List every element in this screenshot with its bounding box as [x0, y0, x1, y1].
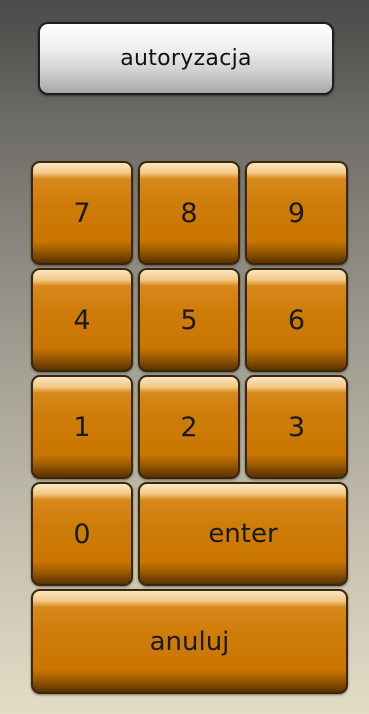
- title-box: autoryzacja: [38, 22, 334, 95]
- key-2-label: 2: [180, 411, 198, 443]
- key-9-label: 9: [287, 197, 306, 229]
- key-4-button[interactable]: 4: [31, 268, 133, 372]
- key-8-label: 8: [180, 197, 198, 229]
- page-title: autoryzacja: [120, 46, 252, 71]
- key-9-button[interactable]: 9: [245, 161, 348, 265]
- key-3-label: 3: [287, 411, 306, 443]
- key-1-label: 1: [73, 411, 91, 443]
- key-0-label: 0: [73, 518, 91, 550]
- enter-button[interactable]: enter: [138, 482, 348, 586]
- auth-panel: autoryzacja 7 8 9 4 5 6 1 2 3 0 enter an…: [0, 0, 369, 714]
- key-6-button[interactable]: 6: [245, 268, 348, 372]
- key-6-label: 6: [287, 304, 306, 336]
- cancel-label: anuluj: [149, 626, 230, 657]
- key-5-label: 5: [180, 304, 198, 336]
- key-7-label: 7: [73, 197, 91, 229]
- key-7-button[interactable]: 7: [31, 161, 133, 265]
- key-0-button[interactable]: 0: [31, 482, 133, 586]
- key-8-button[interactable]: 8: [138, 161, 240, 265]
- cancel-button[interactable]: anuluj: [31, 589, 348, 694]
- key-4-label: 4: [73, 304, 91, 336]
- enter-label: enter: [208, 519, 278, 549]
- key-2-button[interactable]: 2: [138, 375, 240, 479]
- key-1-button[interactable]: 1: [31, 375, 133, 479]
- key-3-button[interactable]: 3: [245, 375, 348, 479]
- key-5-button[interactable]: 5: [138, 268, 240, 372]
